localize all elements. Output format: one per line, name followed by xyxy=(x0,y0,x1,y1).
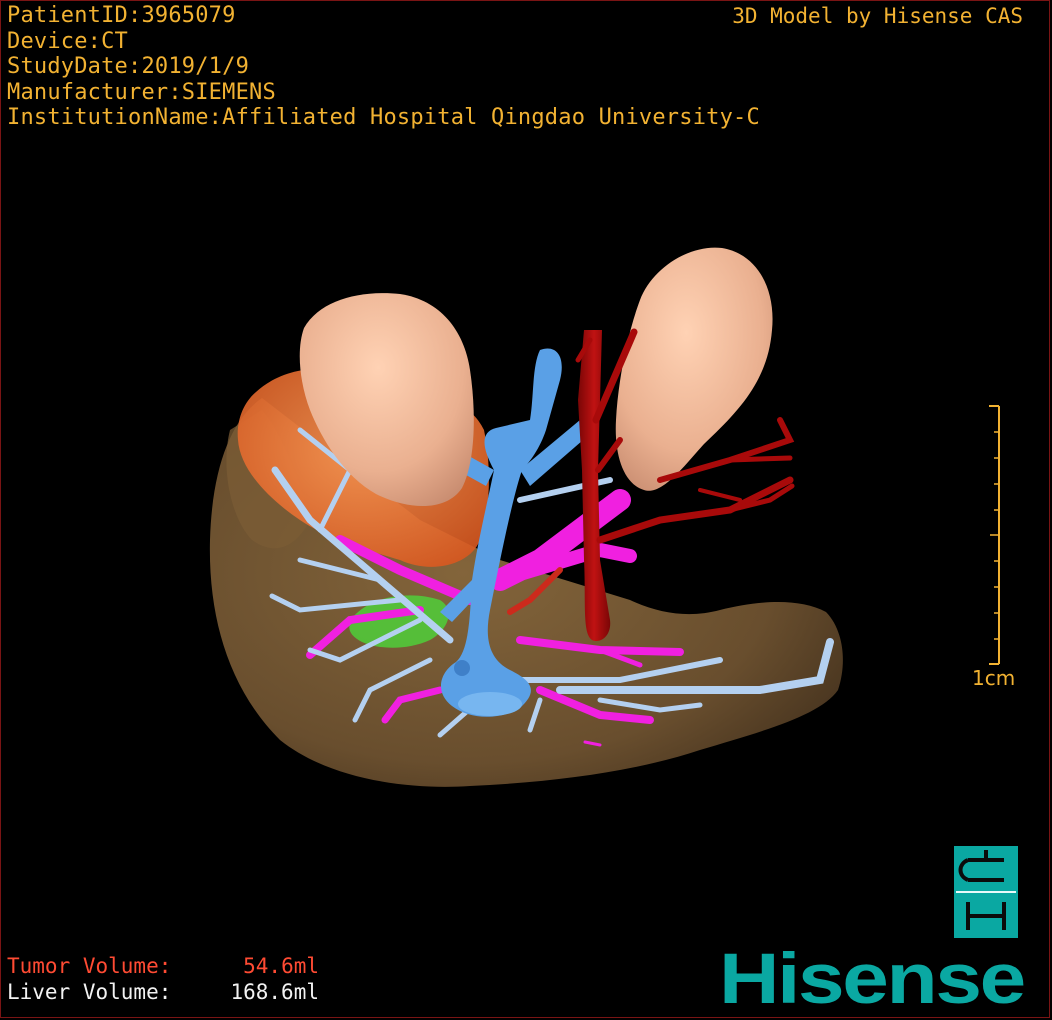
hisense-wordmark: Hisense xyxy=(719,940,1026,1019)
liver-volume-row: Liver Volume: 168.6ml xyxy=(7,979,319,1005)
institution-name: InstitutionName:Affiliated Hospital Qing… xyxy=(7,105,760,130)
liver-volume-value: 168.6ml xyxy=(230,980,319,1004)
study-metadata: PatientID:3965079 Device:CT StudyDate:20… xyxy=(7,3,760,131)
manufacturer: Manufacturer:SIEMENS xyxy=(7,79,276,105)
scale-bar xyxy=(989,405,1000,665)
tumor-volume-row: Tumor Volume: 54.6ml xyxy=(7,953,319,979)
device: Device:CT xyxy=(7,28,129,54)
model-credit: 3D Model by Hisense CAS xyxy=(732,4,1023,28)
hisense-dh-logo-icon xyxy=(954,846,1018,938)
study-date: StudyDate:2019/1/9 xyxy=(7,54,250,79)
scale-bar-label: 1cm xyxy=(972,666,1016,690)
3d-model-viewport[interactable] xyxy=(0,0,1052,1020)
liver-volume-label: Liver Volume: xyxy=(7,980,172,1004)
volume-summary: Tumor Volume: 54.6ml Liver Volume: 168.6… xyxy=(7,953,319,1005)
tumor-volume-value: 54.6ml xyxy=(243,954,319,978)
tumor-volume-label: Tumor Volume: xyxy=(7,954,172,978)
patient-id: PatientID:3965079 xyxy=(7,3,236,28)
